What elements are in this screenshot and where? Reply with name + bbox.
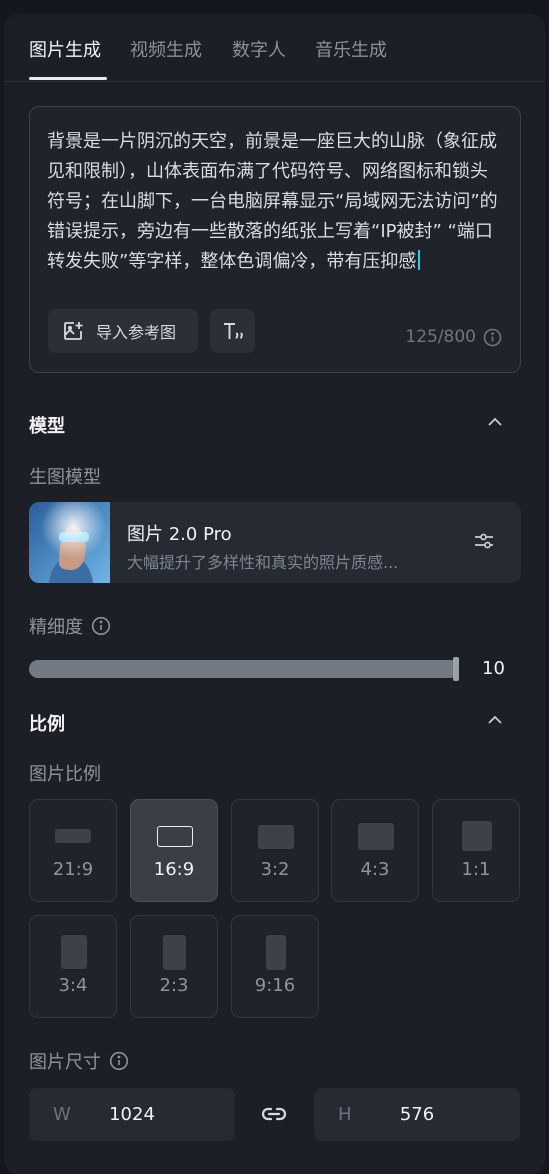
- generation-panel: 图片生成 视频生成 数字人 音乐生成 背景是一片阴沉的天空，前景是一座巨大的山脉…: [4, 14, 545, 1174]
- detail-slider-handle[interactable]: [453, 657, 459, 681]
- detail-slider-fill: [29, 660, 459, 678]
- text-format-icon: [223, 323, 243, 339]
- prompt-input[interactable]: 背景是一片阴沉的天空，前景是一座巨大的山脉（象征成见和限制），山体表面布满了代码…: [47, 127, 505, 285]
- detail-label: 精细度: [29, 613, 111, 639]
- height-field[interactable]: H 576: [314, 1088, 520, 1141]
- prompt-text: 背景是一片阴沉的天空，前景是一座巨大的山脉（象征成见和限制），山体表面布满了代码…: [47, 131, 498, 272]
- chevron-up-icon[interactable]: [487, 714, 503, 726]
- ratio-label: 4:3: [360, 859, 390, 880]
- tab-music-generation[interactable]: 音乐生成: [315, 36, 387, 62]
- ratio-option-3-2[interactable]: 3:2: [231, 799, 319, 902]
- image-size-label-text: 图片尺寸: [29, 1052, 101, 1073]
- ratio-option-4-3[interactable]: 4:3: [331, 799, 419, 902]
- tab-bar: 图片生成 视频生成 数字人 音乐生成: [4, 14, 545, 82]
- height-value: 576: [399, 1104, 435, 1125]
- image-model-label-text: 生图模型: [29, 467, 101, 488]
- width-field[interactable]: W 1024: [29, 1088, 235, 1141]
- ratio-option-21-9[interactable]: 21:9: [29, 799, 117, 902]
- sliders-icon[interactable]: [473, 530, 495, 552]
- chevron-up-icon[interactable]: [487, 416, 503, 428]
- ratio-preview-shape: [157, 826, 193, 847]
- ratio-preview-shape: [61, 935, 87, 969]
- tab-image-generation[interactable]: 图片生成: [29, 36, 101, 62]
- detail-label-text: 精细度: [29, 617, 83, 638]
- ratio-label: 9:16: [254, 975, 296, 996]
- ratio-option-1-1[interactable]: 1:1: [432, 799, 520, 902]
- ratio-preview-shape: [55, 829, 91, 843]
- import-reference-label: 导入参考图: [96, 323, 177, 342]
- tab-video-generation[interactable]: 视频生成: [130, 36, 202, 62]
- ratio-preview-shape: [258, 825, 294, 849]
- detail-value: 10: [482, 658, 505, 679]
- link-icon[interactable]: [260, 1103, 288, 1125]
- image-ratio-label: 图片比例: [29, 760, 101, 786]
- image-model-label: 生图模型: [29, 463, 101, 489]
- ratio-label: 3:4: [58, 975, 88, 996]
- character-counter: 125/800: [405, 327, 502, 347]
- model-name: 图片 2.0 Pro: [127, 524, 232, 545]
- ratio-label: 2:3: [159, 975, 189, 996]
- ratio-option-3-4[interactable]: 3:4: [29, 915, 117, 1018]
- ratio-preview-shape: [462, 821, 492, 851]
- ratio-option-9-16[interactable]: 9:16: [231, 915, 319, 1018]
- info-icon[interactable]: [109, 1051, 129, 1071]
- ratio-preview-shape: [163, 935, 186, 970]
- detail-slider[interactable]: [29, 657, 459, 681]
- ratio-preview-shape: [266, 935, 286, 970]
- character-count: 125/800: [405, 327, 476, 347]
- ratio-label: 1:1: [461, 859, 491, 880]
- ratio-option-16-9[interactable]: 16:9: [130, 799, 218, 902]
- ratio-label: 3:2: [260, 859, 290, 880]
- model-card[interactable]: 图片 2.0 Pro 大幅提升了多样性和真实的照片质感...: [29, 502, 521, 583]
- model-description: 大幅提升了多样性和真实的照片质感...: [127, 553, 399, 572]
- text-format-button[interactable]: [210, 309, 255, 353]
- ratio-label: 16:9: [153, 859, 195, 880]
- import-reference-button[interactable]: 导入参考图: [48, 309, 198, 353]
- info-icon[interactable]: [91, 616, 111, 636]
- info-icon[interactable]: [483, 328, 502, 347]
- ratio-label: 21:9: [52, 859, 94, 880]
- model-thumbnail: [29, 502, 110, 583]
- image-ratio-label-text: 图片比例: [29, 764, 101, 785]
- image-size-label: 图片尺寸: [29, 1048, 129, 1074]
- text-caret: [418, 250, 421, 270]
- image-add-icon: [64, 322, 83, 340]
- ratio-preview-shape: [358, 823, 394, 850]
- tab-digital-human[interactable]: 数字人: [232, 36, 286, 62]
- width-value: 1024: [109, 1104, 155, 1125]
- ratio-section-title: 比例: [29, 714, 65, 735]
- active-tab-indicator: [29, 77, 107, 80]
- ratio-option-2-3[interactable]: 2:3: [130, 915, 218, 1018]
- prompt-box: 背景是一片阴沉的天空，前景是一座巨大的山脉（象征成见和限制），山体表面布满了代码…: [29, 106, 521, 373]
- model-section-title: 模型: [29, 416, 65, 437]
